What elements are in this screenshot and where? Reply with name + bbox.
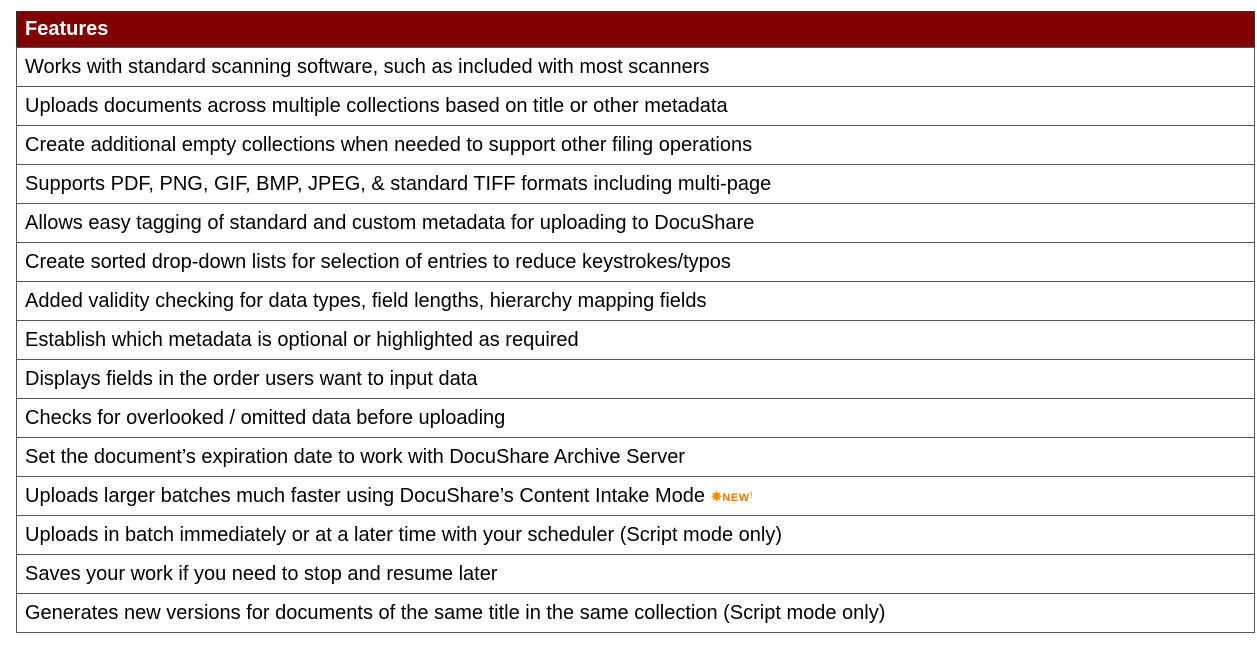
table-row: Establish which metadata is optional or …: [16, 320, 1255, 360]
table-row: Create additional empty collections when…: [16, 125, 1255, 165]
feature-cell: Uploads larger batches much faster using…: [16, 476, 1255, 516]
feature-cell: Checks for overlooked / omitted data bef…: [16, 398, 1255, 438]
feature-cell: Works with standard scanning software, s…: [16, 47, 1255, 87]
new-badge-text: NEW: [722, 491, 750, 504]
table-row: Works with standard scanning software, s…: [16, 47, 1255, 87]
table-row: Added validity checking for data types, …: [16, 281, 1255, 321]
table-row: Allows easy tagging of standard and cust…: [16, 203, 1255, 243]
table-row: Create sorted drop-down lists for select…: [16, 242, 1255, 282]
table-row: Checks for overlooked / omitted data bef…: [16, 398, 1255, 438]
feature-cell: Generates new versions for documents of …: [16, 593, 1255, 633]
feature-cell: Set the document’s expiration date to wo…: [16, 437, 1255, 477]
table-row: Set the document’s expiration date to wo…: [16, 437, 1255, 477]
feature-cell: Establish which metadata is optional or …: [16, 320, 1255, 360]
feature-cell: Uploads in batch immediately or at a lat…: [16, 515, 1255, 555]
feature-cell: Uploads documents across multiple collec…: [16, 86, 1255, 126]
feature-cell: Saves your work if you need to stop and …: [16, 554, 1255, 594]
feature-cell: Create additional empty collections when…: [16, 125, 1255, 165]
feature-cell: Displays fields in the order users want …: [16, 359, 1255, 399]
features-table: Features Works with standard scanning so…: [16, 11, 1255, 633]
table-row: Uploads larger batches much faster using…: [16, 476, 1255, 516]
table-row: Supports PDF, PNG, GIF, BMP, JPEG, & sta…: [16, 164, 1255, 204]
feature-cell: Added validity checking for data types, …: [16, 281, 1255, 321]
feature-text: Uploads larger batches much faster using…: [25, 484, 706, 507]
new-star-icon: ✸NEW!: [711, 488, 754, 504]
features-header-row: Features: [16, 11, 1255, 48]
table-row: Displays fields in the order users want …: [16, 359, 1255, 399]
table-row: Generates new versions for documents of …: [16, 593, 1255, 633]
feature-cell: Supports PDF, PNG, GIF, BMP, JPEG, & sta…: [16, 164, 1255, 204]
features-header: Features: [16, 11, 1255, 48]
feature-cell: Allows easy tagging of standard and cust…: [16, 203, 1255, 243]
table-row: Uploads documents across multiple collec…: [16, 86, 1255, 126]
feature-cell: Create sorted drop-down lists for select…: [16, 242, 1255, 282]
table-row: Saves your work if you need to stop and …: [16, 554, 1255, 594]
table-row: Uploads in batch immediately or at a lat…: [16, 515, 1255, 555]
